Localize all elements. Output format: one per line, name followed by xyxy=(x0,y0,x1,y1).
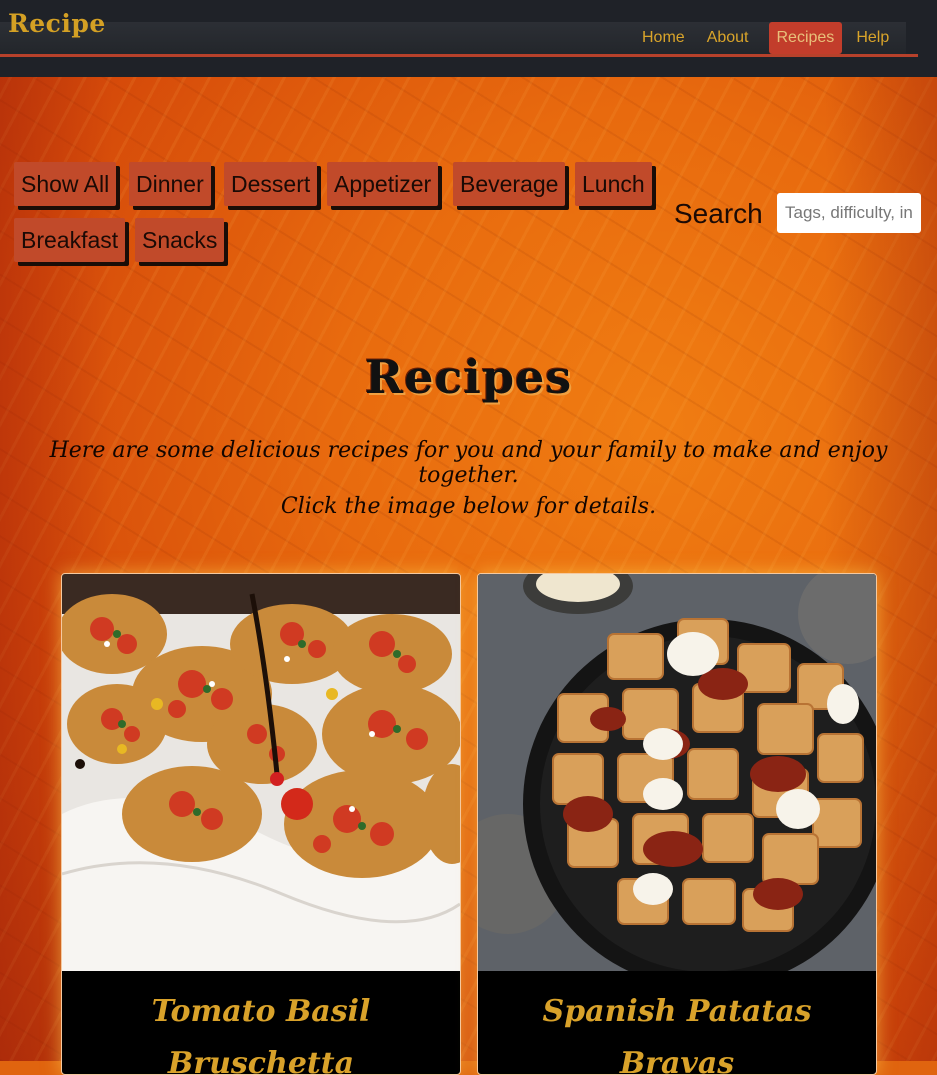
filter-show-all[interactable]: Show All xyxy=(14,162,117,206)
nav-link-about[interactable]: About xyxy=(699,22,757,54)
intro-text: Here are some delicious recipes for you … xyxy=(49,438,888,488)
intro-instruction: Click the image below for details. xyxy=(280,494,657,519)
navbar-divider xyxy=(0,54,918,57)
filter-appetizer[interactable]: Appetizer xyxy=(327,162,439,206)
filter-lunch[interactable]: Lunch xyxy=(575,162,652,206)
bruschetta-image[interactable] xyxy=(62,574,460,971)
brand-logo[interactable]: Recipe xyxy=(8,9,106,38)
nav-link-home[interactable]: Home xyxy=(634,22,693,54)
recipe-card-title[interactable]: Spanish Patatas Bravas xyxy=(478,986,876,1074)
nav-links: Home About Recipes Help xyxy=(634,22,903,54)
filter-dinner[interactable]: Dinner xyxy=(129,162,211,206)
filter-dessert[interactable]: Dessert xyxy=(224,162,318,206)
page-title: Recipes xyxy=(364,350,573,404)
search-label: Search xyxy=(674,198,763,229)
top-navbar: Recipe Home About Recipes Help xyxy=(0,0,937,77)
patatas-bravas-image[interactable] xyxy=(478,574,876,971)
card-title-line1: Spanish Patatas xyxy=(542,994,812,1029)
card-title-line1: Tomato Basil xyxy=(151,994,371,1029)
nav-link-help[interactable]: Help xyxy=(848,22,897,54)
filter-breakfast[interactable]: Breakfast xyxy=(14,218,126,262)
search-input[interactable] xyxy=(777,193,921,233)
recipe-card-patatas-bravas[interactable]: Spanish Patatas Bravas xyxy=(477,573,877,1075)
recipe-card-bruschetta[interactable]: Tomato Basil Bruschetta xyxy=(61,573,461,1075)
filter-snacks[interactable]: Snacks xyxy=(135,218,225,262)
filter-beverage[interactable]: Beverage xyxy=(453,162,566,206)
nav-link-recipes[interactable]: Recipes xyxy=(768,22,843,54)
recipe-card-title[interactable]: Tomato Basil Bruschetta xyxy=(62,986,460,1074)
